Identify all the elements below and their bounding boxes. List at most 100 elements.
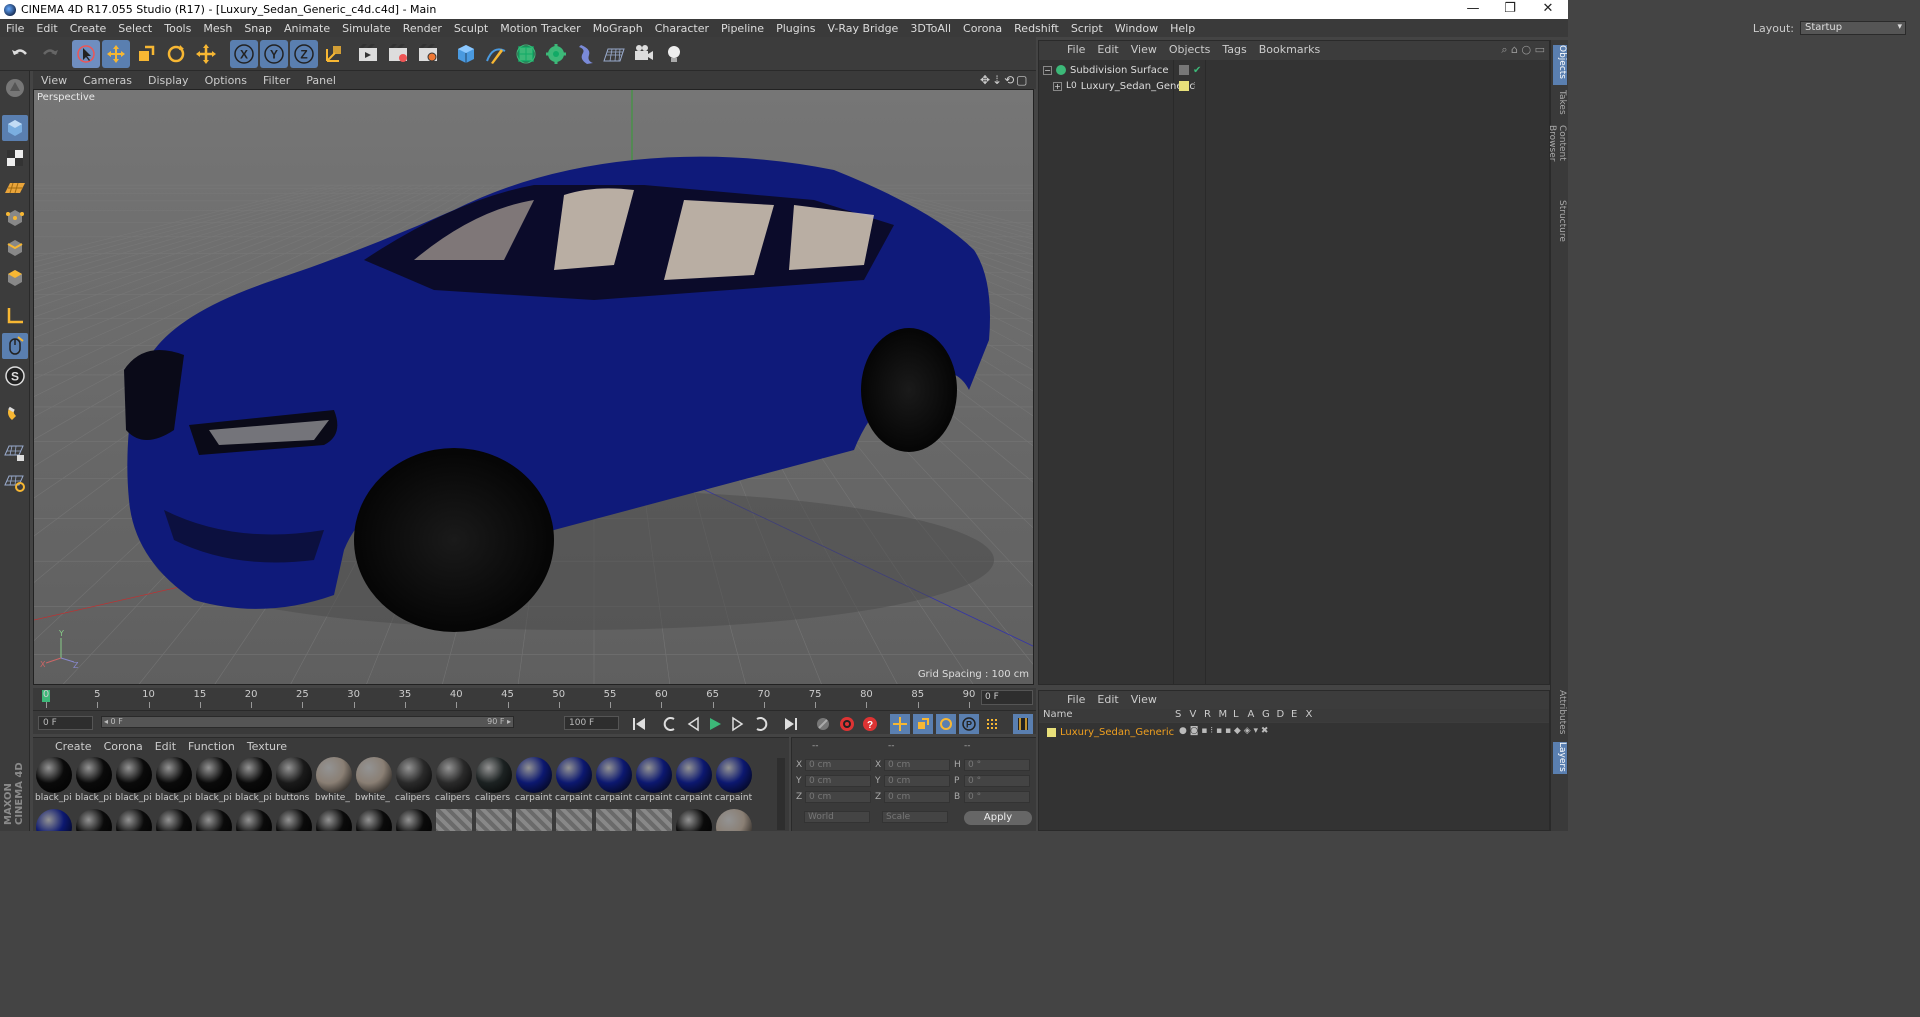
material-menu-corona[interactable]: Corona	[98, 740, 149, 753]
texture-mode-icon[interactable]	[2, 145, 28, 171]
menu-plugins[interactable]: Plugins	[770, 22, 821, 35]
menu-file[interactable]: File	[0, 22, 30, 35]
scale-tool-icon[interactable]	[132, 40, 160, 68]
layout-dropdown[interactable]: Startup	[1800, 21, 1906, 35]
material-swatch[interactable]	[115, 809, 153, 831]
material-swatch[interactable]: carpaint	[635, 757, 673, 805]
object-list[interactable]: − Subdivision Surface ✔ + L0 Luxury_Seda…	[1039, 60, 1549, 684]
layer-menu-edit[interactable]: Edit	[1091, 693, 1124, 706]
menu-simulate[interactable]: Simulate	[336, 22, 397, 35]
workplane-mode-icon[interactable]	[2, 175, 28, 201]
menu-snap[interactable]: Snap	[238, 22, 278, 35]
size-field[interactable]: 0 cm	[884, 759, 950, 771]
viewport-menu-view[interactable]: View	[33, 74, 75, 87]
record-keys-icon[interactable]	[813, 714, 833, 734]
material-swatch[interactable]: black_pi	[115, 757, 153, 805]
material-swatch[interactable]: black_pi	[35, 757, 73, 805]
expand-icon[interactable]: +	[1053, 81, 1062, 91]
position-field[interactable]: 0 cm	[805, 791, 871, 803]
material-swatch[interactable]: carpaint	[595, 757, 633, 805]
material-menu-function[interactable]: Function	[182, 740, 241, 753]
material-swatch[interactable]	[355, 809, 393, 831]
object-manager-toolbar-icons[interactable]: ⌕ ⌂ ○ ▭	[1501, 43, 1545, 57]
goto-start-icon[interactable]	[629, 714, 649, 734]
material-swatch[interactable]	[195, 809, 233, 831]
move-tool-icon[interactable]	[102, 40, 130, 68]
menu-mograph[interactable]: MoGraph	[587, 22, 649, 35]
menu-render[interactable]: Render	[397, 22, 448, 35]
viewport-navigation-icons[interactable]: ✥⇣⟲▢	[980, 73, 1030, 87]
material-swatch[interactable]	[435, 809, 473, 831]
magnet-icon[interactable]	[2, 401, 28, 427]
viewport-menu-cameras[interactable]: Cameras	[75, 74, 140, 87]
play-icon[interactable]	[705, 714, 725, 734]
render-view-icon[interactable]	[354, 40, 382, 68]
position-field[interactable]: 0 cm	[805, 759, 871, 771]
make-editable-icon[interactable]	[2, 75, 28, 101]
restore-button[interactable]: ❐	[1492, 0, 1528, 19]
coordinate-system-dropdown[interactable]: World	[804, 811, 870, 823]
material-menu-texture[interactable]: Texture	[241, 740, 293, 753]
editor-visibility-icon[interactable]	[1179, 65, 1189, 75]
start-frame-field[interactable]: 0 F	[38, 716, 93, 730]
layer-toggle-icons[interactable]: ● ◙ ▪ ⁝ ▪ ▪ ◆ ◈ ▾ ✖	[1179, 726, 1268, 736]
x-axis-lock-icon[interactable]: X	[230, 40, 258, 68]
rotation-field[interactable]: 0 °	[964, 759, 1030, 771]
grid-snap-icon[interactable]	[2, 469, 28, 495]
viewport-menu-display[interactable]: Display	[140, 74, 197, 87]
menu-character[interactable]: Character	[649, 22, 715, 35]
tab-objects[interactable]: Objects	[1553, 45, 1567, 85]
material-swatch[interactable]: black_pi	[235, 757, 273, 805]
material-swatch[interactable]	[35, 809, 73, 831]
menu-v-ray-bridge[interactable]: V-Ray Bridge	[821, 22, 904, 35]
next-key-icon[interactable]	[751, 714, 771, 734]
transform-mode-dropdown[interactable]: Scale	[882, 811, 948, 823]
layer-color-icon[interactable]	[1179, 81, 1189, 91]
axis-mode-icon[interactable]	[2, 303, 28, 329]
layer-menu-file[interactable]: File	[1061, 693, 1091, 706]
material-swatch[interactable]	[635, 809, 673, 831]
previous-frame-icon[interactable]	[683, 714, 703, 734]
position-field[interactable]: 0 cm	[805, 775, 871, 787]
material-swatch[interactable]	[475, 809, 513, 831]
viewport-menu-panel[interactable]: Panel	[298, 74, 344, 87]
layer-color-swatch[interactable]	[1047, 727, 1056, 737]
layer-name[interactable]: Luxury_Sedan_Generic	[1060, 727, 1174, 738]
visibility-dots-icon[interactable]: ⁝	[1193, 81, 1196, 91]
size-field[interactable]: 0 cm	[884, 791, 950, 803]
material-swatch[interactable]	[715, 809, 753, 831]
material-swatch[interactable]: black_pi	[75, 757, 113, 805]
material-swatch[interactable]: buttons	[275, 757, 313, 805]
material-swatch[interactable]	[595, 809, 633, 831]
material-swatch[interactable]: calipers	[475, 757, 513, 805]
menu-tools[interactable]: Tools	[158, 22, 197, 35]
enabled-check-icon[interactable]: ✔	[1193, 65, 1201, 76]
material-swatch[interactable]	[235, 809, 273, 831]
menu-corona[interactable]: Corona	[957, 22, 1008, 35]
material-swatch[interactable]: calipers	[435, 757, 473, 805]
object-row-subdivision-surface[interactable]: − Subdivision Surface ✔	[1039, 62, 1549, 78]
size-field[interactable]: 0 cm	[884, 775, 950, 787]
tweak-mode-icon[interactable]	[2, 333, 28, 359]
render-settings-icon[interactable]	[414, 40, 442, 68]
viewport-menu-options[interactable]: Options	[197, 74, 255, 87]
material-swatch[interactable]: carpaint	[675, 757, 713, 805]
object-menu-tags[interactable]: Tags	[1216, 43, 1252, 56]
object-menu-view[interactable]: View	[1125, 43, 1163, 56]
material-swatch[interactable]: carpaint	[515, 757, 553, 805]
timeline[interactable]: 0 5 10 15 20 25 30 35 40 45 50 55 60 65 70 75 80 85 90 0 F	[33, 688, 1036, 710]
material-swatch[interactable]: carpaint	[555, 757, 593, 805]
snapping-icon[interactable]: S	[2, 363, 28, 389]
rotate-tool-icon[interactable]	[162, 40, 190, 68]
close-button[interactable]: ✕	[1530, 0, 1566, 19]
menu-redshift[interactable]: Redshift	[1008, 22, 1065, 35]
redo-icon[interactable]	[36, 40, 64, 68]
object-name[interactable]: Luxury_Sedan_Generic	[1081, 81, 1195, 92]
menu-script[interactable]: Script	[1065, 22, 1109, 35]
menu-sculpt[interactable]: Sculpt	[448, 22, 494, 35]
cloner-icon[interactable]	[542, 40, 570, 68]
edges-mode-icon[interactable]	[2, 235, 28, 261]
material-menu-create[interactable]: Create	[49, 740, 98, 753]
menu-create[interactable]: Create	[64, 22, 113, 35]
viewport-menu-filter[interactable]: Filter	[255, 74, 298, 87]
